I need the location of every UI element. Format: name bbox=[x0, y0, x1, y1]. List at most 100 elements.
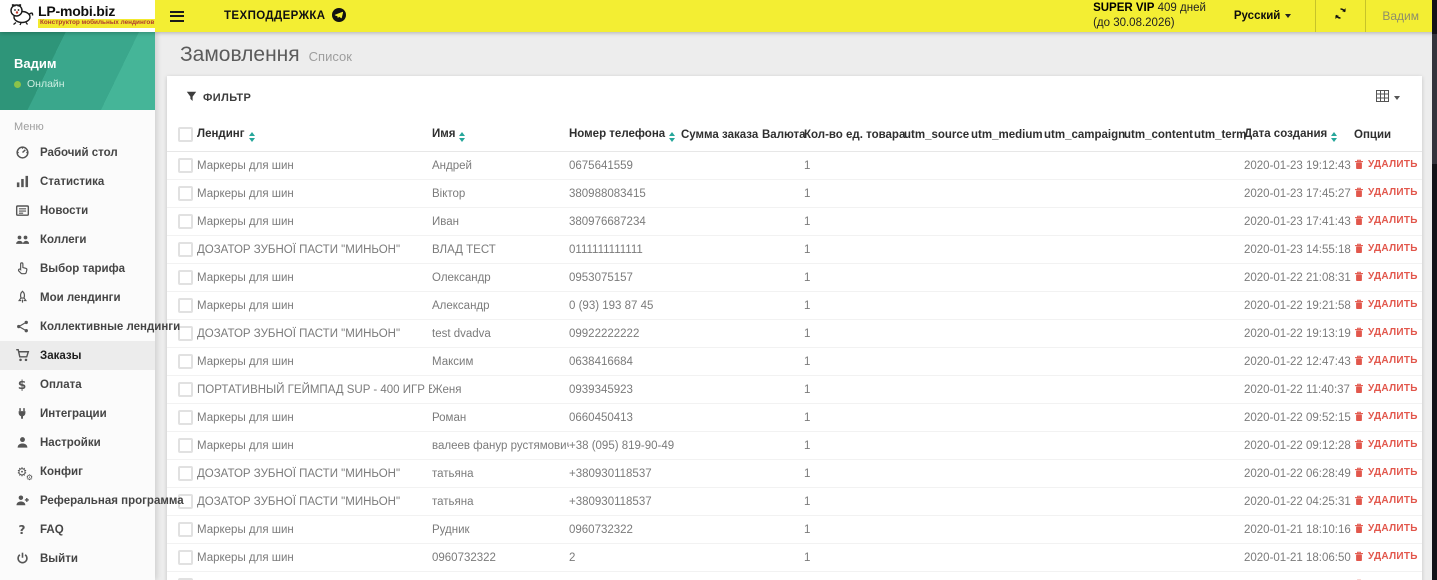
row-checkbox[interactable] bbox=[178, 270, 193, 285]
table-row: ДОЗАТОР ЗУБНОЇ ПАСТИ "МИНЬОН" татьяна +380… bbox=[167, 487, 1422, 516]
topbar-username[interactable]: Вадим bbox=[1366, 9, 1437, 23]
utm_content-cell bbox=[1124, 179, 1194, 208]
table-row: ПОРТАТИВНЫЙ ГЕЙМПАД SUP - 400 ИГР В 1 Жен… bbox=[167, 375, 1422, 404]
phone-cell: 0675641559 bbox=[569, 151, 681, 180]
sidebar-item-integrations[interactable]: Интеграции bbox=[0, 399, 155, 428]
utm_campaign-cell bbox=[1044, 291, 1124, 320]
qty-cell: 1 bbox=[804, 431, 904, 460]
currency-cell bbox=[762, 571, 804, 580]
scrollbar-thumb[interactable] bbox=[1432, 34, 1437, 164]
row-checkbox[interactable] bbox=[178, 242, 193, 257]
delete-button[interactable]: УДАЛИТЬ bbox=[1354, 495, 1418, 506]
sort-icon bbox=[248, 131, 255, 142]
currency-cell bbox=[762, 263, 804, 292]
sidebar-item-config[interactable]: ⚙ ⚙ Конфиг bbox=[0, 457, 155, 486]
delete-button[interactable]: УДАЛИТЬ bbox=[1354, 187, 1418, 198]
sidebar-item-logout[interactable]: Выйти bbox=[0, 544, 155, 573]
column-header-label: utm_content bbox=[1124, 128, 1193, 141]
sidebar-item-label: Выйти bbox=[40, 552, 78, 565]
sidebar-item-payment[interactable]: $ Оплата bbox=[0, 370, 155, 399]
filter-button[interactable]: ФИЛЬТР bbox=[186, 91, 251, 105]
sidebar-item-colleagues[interactable]: Коллеги bbox=[0, 225, 155, 254]
row-checkbox[interactable] bbox=[178, 326, 193, 341]
vertical-scrollbar[interactable] bbox=[1432, 0, 1437, 580]
name-cell: Роман bbox=[432, 403, 569, 432]
row-checkbox[interactable] bbox=[178, 466, 193, 481]
sidebar-item-settings[interactable]: Настройки bbox=[0, 428, 155, 457]
sidebar-item-statistics[interactable]: Статистика bbox=[0, 167, 155, 196]
utm_content-cell bbox=[1124, 459, 1194, 488]
column-header-label: Кол-во ед. товара bbox=[804, 128, 906, 141]
row-checkbox[interactable] bbox=[178, 158, 193, 173]
delete-button[interactable]: УДАЛИТЬ bbox=[1354, 383, 1418, 394]
name-cell: Иван bbox=[432, 207, 569, 236]
delete-button-label: УДАЛИТЬ bbox=[1368, 326, 1418, 338]
delete-button[interactable]: УДАЛИТЬ bbox=[1354, 159, 1418, 170]
refresh-button[interactable] bbox=[1316, 6, 1365, 26]
utm_campaign-cell bbox=[1044, 347, 1124, 376]
delete-button[interactable]: УДАЛИТЬ bbox=[1354, 355, 1418, 366]
select-all-checkbox[interactable] bbox=[178, 127, 193, 142]
delete-button[interactable]: УДАЛИТЬ bbox=[1354, 271, 1418, 282]
phone-cell: 380976687234 bbox=[569, 207, 681, 236]
delete-button[interactable]: УДАЛИТЬ bbox=[1354, 327, 1418, 338]
column-header-2[interactable]: Номер телефона bbox=[569, 118, 681, 152]
utm_term-cell bbox=[1194, 459, 1244, 488]
support-button[interactable]: ТЕХПОДДЕРЖКА bbox=[224, 7, 346, 25]
row-checkbox[interactable] bbox=[178, 550, 193, 565]
landing-cell: Маркеры для шин bbox=[197, 543, 432, 572]
table-row: ДОЗАТОР ЗУБНОЇ ПАСТИ "МИНЬОН" test dvadva… bbox=[167, 319, 1422, 348]
language-dropdown[interactable]: Русский bbox=[1234, 10, 1292, 22]
delete-button[interactable]: УДАЛИТЬ bbox=[1354, 467, 1418, 478]
phone-cell: +380930118537 bbox=[569, 459, 681, 488]
qty-cell: 1 bbox=[804, 263, 904, 292]
sidebar-item-orders[interactable]: Заказы bbox=[0, 341, 155, 370]
sidebar-item-label: Мои лендинги bbox=[40, 291, 121, 304]
column-visibility-button[interactable] bbox=[1376, 89, 1400, 107]
row-checkbox[interactable] bbox=[178, 410, 193, 425]
delete-button[interactable]: УДАЛИТЬ bbox=[1354, 243, 1418, 254]
row-checkbox[interactable] bbox=[178, 438, 193, 453]
trash-icon bbox=[1354, 243, 1364, 254]
sidebar-item-news[interactable]: Новости bbox=[0, 196, 155, 225]
column-header-0[interactable]: Лендинг bbox=[197, 118, 432, 152]
delete-button[interactable]: УДАЛИТЬ bbox=[1354, 439, 1418, 450]
row-checkbox[interactable] bbox=[178, 522, 193, 537]
utm_campaign-cell bbox=[1044, 543, 1124, 572]
delete-button[interactable]: УДАЛИТЬ bbox=[1354, 411, 1418, 422]
row-checkbox[interactable] bbox=[178, 298, 193, 313]
sidebar-item-collective-landings[interactable]: Коллективные лендинги bbox=[0, 312, 180, 341]
row-checkbox[interactable] bbox=[178, 186, 193, 201]
menu-toggle-icon[interactable] bbox=[168, 7, 186, 26]
row-checkbox[interactable] bbox=[178, 382, 193, 397]
refresh-icon bbox=[1333, 6, 1348, 26]
sidebar-item-tariff[interactable]: Выбор тарифа bbox=[0, 254, 155, 283]
column-header-11[interactable]: Дата создания bbox=[1244, 118, 1354, 152]
delete-button-label: УДАЛИТЬ bbox=[1368, 466, 1418, 478]
column-header-1[interactable]: Имя bbox=[432, 118, 569, 152]
sidebar-item-faq[interactable]: ? FAQ bbox=[0, 515, 155, 544]
delete-button[interactable]: УДАЛИТЬ bbox=[1354, 215, 1418, 226]
sidebar-item-referral[interactable]: Реферальная программа bbox=[0, 486, 184, 515]
sidebar-item-my-landings[interactable]: Мои лендинги bbox=[0, 283, 155, 312]
utm_campaign-cell bbox=[1044, 515, 1124, 544]
row-checkbox[interactable] bbox=[178, 354, 193, 369]
qty-cell: 1 bbox=[804, 375, 904, 404]
sidebar-item-dashboard[interactable]: Рабочий стол bbox=[0, 138, 155, 167]
created-cell: 2020-01-22 11:40:37 bbox=[1244, 375, 1354, 404]
sidebar-item-label: Настройки bbox=[40, 436, 101, 449]
logo[interactable]: LP-mobi.biz Конструктор мобильных лендин… bbox=[0, 0, 157, 32]
sum-cell bbox=[681, 459, 762, 488]
delete-button[interactable]: УДАЛИТЬ bbox=[1354, 299, 1418, 310]
delete-button-label: УДАЛИТЬ bbox=[1368, 550, 1418, 562]
phone-cell: 0660450413 bbox=[569, 403, 681, 432]
row-checkbox[interactable] bbox=[178, 214, 193, 229]
column-header-label: Сумма заказа bbox=[681, 128, 759, 141]
logo-title: LP-mobi.biz bbox=[38, 3, 116, 20]
sum-cell bbox=[681, 347, 762, 376]
column-header-label: utm_source bbox=[904, 128, 970, 141]
delete-button[interactable]: УДАЛИТЬ bbox=[1354, 551, 1418, 562]
table-header-row: Лендинг Имя Номер телефона Сумма заказа Валю… bbox=[167, 118, 1422, 152]
phone-cell: 0960732322 bbox=[569, 515, 681, 544]
delete-button[interactable]: УДАЛИТЬ bbox=[1354, 523, 1418, 534]
